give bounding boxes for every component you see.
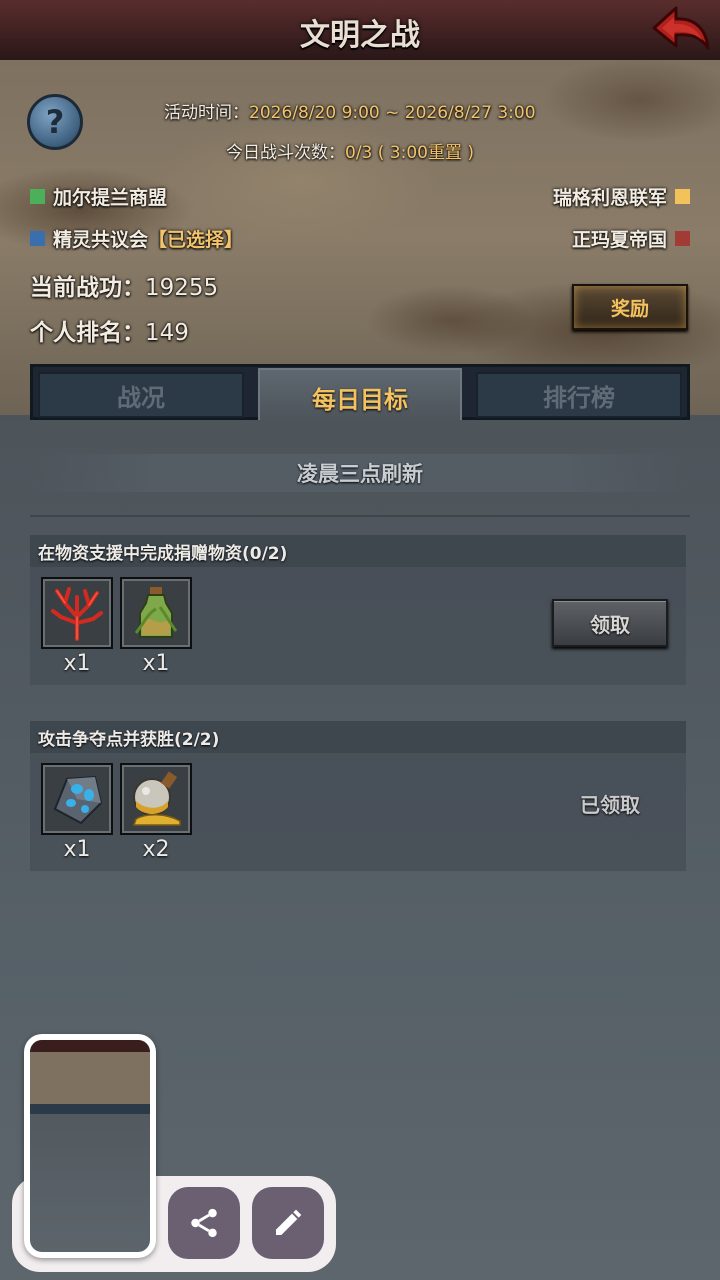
gold-potion-icon xyxy=(132,771,181,826)
back-arrow-icon xyxy=(652,6,710,50)
claim-button[interactable]: 领取 xyxy=(552,599,668,647)
red-coral-icon xyxy=(51,587,103,641)
faction-color-swatch xyxy=(30,189,45,204)
item-count: x1 xyxy=(63,651,91,676)
title-bar: 文明之战 xyxy=(0,0,720,63)
faction-color-swatch xyxy=(30,231,45,246)
faction-reglien: 瑞格利恩联军 xyxy=(553,183,690,210)
screenshot-thumbnail[interactable] xyxy=(24,1034,156,1258)
faction-color-swatch xyxy=(675,231,690,246)
task-card: 在物资支援中完成捐赠物资(0/2) x1 x1 领取 xyxy=(30,535,686,685)
share-icon xyxy=(191,1208,217,1238)
refresh-note: 凌晨三点刷新 xyxy=(30,454,690,492)
rank-label: 个人排名： xyxy=(30,320,145,346)
reward-item[interactable]: x1 xyxy=(41,577,113,676)
merit-label: 当前战功： xyxy=(30,275,145,301)
page-title: 文明之战 xyxy=(300,18,420,53)
herb-bottle-icon xyxy=(134,587,178,638)
item-count: x2 xyxy=(142,837,170,862)
faction-color-swatch xyxy=(675,189,690,204)
current-merit: 当前战功：19255 xyxy=(30,268,218,302)
task-card: 攻击争夺点并获胜(2/2) x1 x2 已领取 xyxy=(30,721,686,871)
task-body: x1 x2 已领取 xyxy=(30,753,686,871)
edit-button[interactable] xyxy=(252,1187,324,1259)
blue-ore-icon xyxy=(53,775,103,825)
item-slot xyxy=(41,763,113,835)
reward-button[interactable]: 奖励 xyxy=(572,284,688,330)
rank-value: 149 xyxy=(145,320,189,346)
pencil-icon xyxy=(276,1209,302,1235)
faction-zhengma-empire: 正玛夏帝国 xyxy=(572,225,690,252)
faction-name: 精灵共议会 xyxy=(53,229,149,251)
thumbnail-preview xyxy=(30,1040,150,1252)
faction-name: 加尔提兰商盟 xyxy=(53,187,168,209)
item-slot xyxy=(120,763,192,835)
daily-battles: 今日战斗次数：0/3 ( 3:00重置 ) xyxy=(226,138,474,163)
faction-name: 正玛夏帝国 xyxy=(571,229,667,251)
task-body: x1 x1 领取 xyxy=(30,567,686,685)
tab-battle-status[interactable]: 战况 xyxy=(38,372,244,418)
item-slot xyxy=(120,577,192,649)
reward-item[interactable]: x2 xyxy=(120,763,192,862)
faction-elf-council: 精灵共议会 【已选择】 xyxy=(30,225,243,252)
merit-value: 19255 xyxy=(145,275,219,301)
reward-item[interactable]: x1 xyxy=(41,763,113,862)
task-title: 攻击争夺点并获胜(2/2) xyxy=(30,721,686,753)
event-time-label: 活动时间： xyxy=(164,103,249,123)
divider xyxy=(30,515,690,517)
daily-battles-value: 0/3 ( 3:00 xyxy=(345,143,428,163)
faction-galtilan: 加尔提兰商盟 xyxy=(30,183,167,210)
item-count: x1 xyxy=(142,651,170,676)
share-button[interactable] xyxy=(168,1187,240,1259)
back-button[interactable] xyxy=(650,2,712,56)
faction-name: 瑞格利恩联军 xyxy=(552,187,667,209)
help-button[interactable]: ? xyxy=(27,94,83,150)
task-title: 在物资支援中完成捐赠物资(0/2) xyxy=(30,535,686,567)
event-time-value: 2026/8/20 9:00 ~ 2026/8/27 3:00 xyxy=(249,103,536,123)
personal-rank: 个人排名：149 xyxy=(30,313,189,347)
reward-item[interactable]: x1 xyxy=(120,577,192,676)
daily-battles-label: 今日战斗次数： xyxy=(226,143,345,163)
item-slot xyxy=(41,577,113,649)
tab-daily-goals[interactable]: 每日目标 xyxy=(258,368,462,424)
faction-selected-tag: 【已选择】 xyxy=(148,229,244,251)
tab-leaderboard[interactable]: 排行榜 xyxy=(476,372,682,418)
event-time: 活动时间：2026/8/20 9:00 ~ 2026/8/27 3:00 xyxy=(164,98,536,123)
daily-battles-reset: 重置 ) xyxy=(427,143,475,163)
question-mark-icon: ? xyxy=(45,103,65,141)
claimed-status: 已领取 xyxy=(580,793,640,817)
item-count: x1 xyxy=(63,837,91,862)
